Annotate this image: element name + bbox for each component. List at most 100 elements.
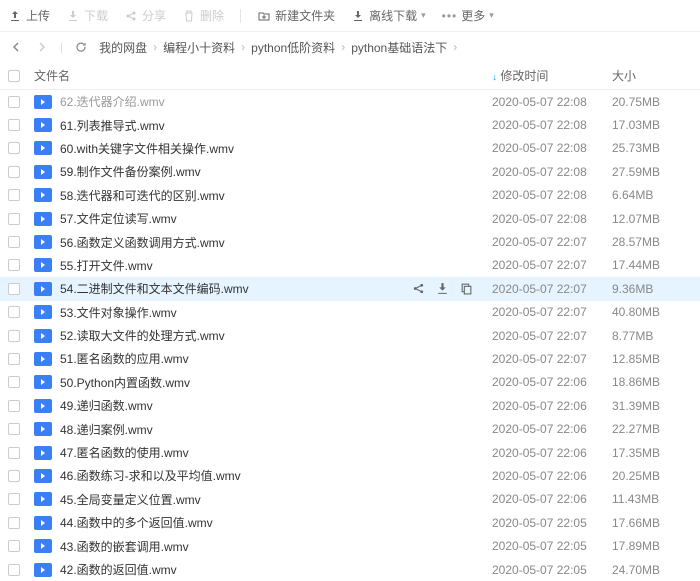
file-time: 2020-05-07 22:06 bbox=[492, 422, 612, 436]
row-checkbox[interactable] bbox=[8, 330, 34, 342]
file-row[interactable]: 45.全局变量定义位置.wmv 2020-05-07 22:06 11.43MB bbox=[0, 488, 700, 511]
file-name: 52.读取大文件的处理方式.wmv bbox=[60, 327, 492, 344]
file-row[interactable]: 44.函数中的多个返回值.wmv 2020-05-07 22:05 17.66M… bbox=[0, 511, 700, 534]
forward-button[interactable] bbox=[34, 39, 50, 55]
offline-download-button[interactable]: 离线下载 ▾ bbox=[351, 7, 426, 24]
file-row[interactable]: 42.函数的返回值.wmv 2020-05-07 22:05 24.70MB bbox=[0, 558, 700, 581]
row-checkbox[interactable] bbox=[8, 213, 34, 225]
row-checkbox[interactable] bbox=[8, 96, 34, 108]
breadcrumb-item[interactable]: 我的网盘 bbox=[99, 39, 147, 56]
row-checkbox[interactable] bbox=[8, 447, 34, 459]
row-checkbox[interactable] bbox=[8, 306, 34, 318]
video-file-icon bbox=[34, 399, 52, 413]
file-row[interactable]: 53.文件对象操作.wmv 2020-05-07 22:07 40.80MB bbox=[0, 301, 700, 324]
chevron-down-icon: ▾ bbox=[489, 10, 494, 21]
video-file-icon bbox=[34, 375, 52, 389]
upload-button[interactable]: 上传 bbox=[8, 7, 50, 24]
file-row[interactable]: 52.读取大文件的处理方式.wmv 2020-05-07 22:07 8.77M… bbox=[0, 324, 700, 347]
file-row[interactable]: 61.列表推导式.wmv 2020-05-07 22:08 17.03MB bbox=[0, 113, 700, 136]
file-time: 2020-05-07 22:08 bbox=[492, 212, 612, 226]
back-button[interactable] bbox=[8, 39, 24, 55]
row-checkbox[interactable] bbox=[8, 376, 34, 388]
more-label: 更多 bbox=[461, 7, 485, 24]
download-button[interactable]: 下载 bbox=[66, 7, 108, 24]
video-file-icon bbox=[34, 352, 52, 366]
breadcrumb-item[interactable]: python低阶资料 bbox=[251, 39, 335, 56]
column-time-label: 修改时间 bbox=[500, 69, 548, 83]
download-icon bbox=[66, 9, 80, 23]
file-row[interactable]: 48.递归案例.wmv 2020-05-07 22:06 22.27MB bbox=[0, 417, 700, 440]
file-size: 20.25MB bbox=[612, 469, 692, 483]
toolbar: 上传 下载 分享 删除 新建文件夹 离线下载 ▾ ••• 更多 ▾ bbox=[0, 0, 700, 32]
row-checkbox[interactable] bbox=[8, 259, 34, 271]
video-file-icon bbox=[34, 141, 52, 155]
file-row[interactable]: 43.函数的嵌套调用.wmv 2020-05-07 22:05 17.89MB bbox=[0, 534, 700, 557]
video-file-icon bbox=[34, 258, 52, 272]
row-checkbox[interactable] bbox=[8, 423, 34, 435]
file-size: 40.80MB bbox=[612, 305, 692, 319]
row-checkbox[interactable] bbox=[8, 400, 34, 412]
more-icon: ••• bbox=[442, 9, 458, 23]
breadcrumb-item[interactable]: python基础语法下 bbox=[351, 39, 447, 56]
file-name: 50.Python内置函数.wmv bbox=[60, 374, 492, 391]
refresh-button[interactable] bbox=[73, 39, 89, 55]
file-row[interactable]: 47.匿名函数的使用.wmv 2020-05-07 22:06 17.35MB bbox=[0, 441, 700, 464]
row-checkbox[interactable] bbox=[8, 540, 34, 552]
file-time: 2020-05-07 22:06 bbox=[492, 375, 612, 389]
delete-button[interactable]: 删除 bbox=[182, 7, 224, 24]
share-icon[interactable] bbox=[412, 282, 426, 296]
row-checkbox[interactable] bbox=[8, 119, 34, 131]
column-time-header[interactable]: ↓ 修改时间 bbox=[492, 67, 612, 84]
column-size-label: 大小 bbox=[612, 69, 636, 83]
file-row[interactable]: 62.迭代器介绍.wmv 2020-05-07 22:08 20.75MB bbox=[0, 90, 700, 113]
file-name: 56.函数定义函数调用方式.wmv bbox=[60, 234, 492, 251]
file-time: 2020-05-07 22:06 bbox=[492, 399, 612, 413]
chevron-right-icon: › bbox=[341, 40, 345, 54]
file-name: 57.文件定位读写.wmv bbox=[60, 210, 492, 227]
column-size-header[interactable]: 大小 bbox=[612, 67, 692, 84]
share-button[interactable]: 分享 bbox=[124, 7, 166, 24]
file-row[interactable]: 55.打开文件.wmv 2020-05-07 22:07 17.44MB bbox=[0, 254, 700, 277]
file-row[interactable]: 51.匿名函数的应用.wmv 2020-05-07 22:07 12.85MB bbox=[0, 347, 700, 370]
video-file-icon bbox=[34, 212, 52, 226]
row-checkbox[interactable] bbox=[8, 283, 34, 295]
row-checkbox[interactable] bbox=[8, 517, 34, 529]
more-button[interactable]: ••• 更多 ▾ bbox=[442, 7, 494, 24]
upload-icon bbox=[8, 9, 22, 23]
file-time: 2020-05-07 22:07 bbox=[492, 235, 612, 249]
file-size: 20.75MB bbox=[612, 95, 692, 109]
file-row[interactable]: 59.制作文件备份案例.wmv 2020-05-07 22:08 27.59MB bbox=[0, 160, 700, 183]
chevron-right-icon: › bbox=[153, 40, 157, 54]
file-row[interactable]: 60.with关键字文件相关操作.wmv 2020-05-07 22:08 25… bbox=[0, 137, 700, 160]
row-checkbox[interactable] bbox=[8, 493, 34, 505]
row-checkbox[interactable] bbox=[8, 236, 34, 248]
file-row[interactable]: 50.Python内置函数.wmv 2020-05-07 22:06 18.86… bbox=[0, 371, 700, 394]
file-name: 55.打开文件.wmv bbox=[60, 257, 492, 274]
file-row[interactable]: 56.函数定义函数调用方式.wmv 2020-05-07 22:07 28.57… bbox=[0, 230, 700, 253]
download-icon[interactable] bbox=[436, 282, 450, 296]
file-size: 9.36MB bbox=[612, 282, 692, 296]
row-checkbox[interactable] bbox=[8, 353, 34, 365]
file-row[interactable]: 57.文件定位读写.wmv 2020-05-07 22:08 12.07MB bbox=[0, 207, 700, 230]
file-row[interactable]: 54.二进制文件和文本文件编码.wmv 2020-05-07 22:07 9.3… bbox=[0, 277, 700, 300]
video-file-icon bbox=[34, 95, 52, 109]
copy-icon[interactable] bbox=[460, 282, 474, 296]
video-file-icon bbox=[34, 446, 52, 460]
file-row[interactable]: 49.递归函数.wmv 2020-05-07 22:06 31.39MB bbox=[0, 394, 700, 417]
chevron-right-icon: › bbox=[453, 40, 457, 54]
column-name-header[interactable]: 文件名 bbox=[34, 67, 492, 84]
nav-divider: | bbox=[60, 40, 63, 54]
row-checkbox[interactable] bbox=[8, 470, 34, 482]
file-row[interactable]: 58.迭代器和可迭代的区别.wmv 2020-05-07 22:08 6.64M… bbox=[0, 184, 700, 207]
breadcrumb-item[interactable]: 编程小十资料 bbox=[163, 39, 235, 56]
file-size: 18.86MB bbox=[612, 375, 692, 389]
select-all-checkbox[interactable] bbox=[8, 70, 34, 82]
row-checkbox[interactable] bbox=[8, 142, 34, 154]
row-checkbox[interactable] bbox=[8, 166, 34, 178]
row-checkbox[interactable] bbox=[8, 189, 34, 201]
upload-label: 上传 bbox=[26, 7, 50, 24]
file-name: 62.迭代器介绍.wmv bbox=[60, 93, 492, 110]
file-row[interactable]: 46.函数练习-求和以及平均值.wmv 2020-05-07 22:06 20.… bbox=[0, 464, 700, 487]
video-file-icon bbox=[34, 118, 52, 132]
new-folder-button[interactable]: 新建文件夹 bbox=[257, 7, 335, 24]
